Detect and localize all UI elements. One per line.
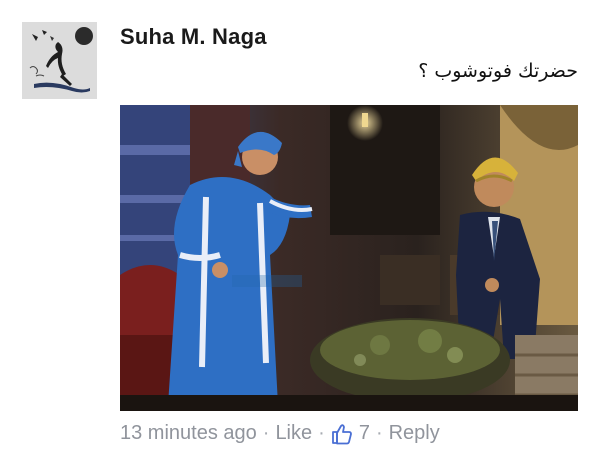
avatar-image: [22, 22, 97, 99]
photo-scene: [120, 105, 578, 411]
timestamp[interactable]: 13 minutes ago: [120, 422, 257, 445]
comment-author[interactable]: Suha M. Naga: [120, 24, 267, 50]
like-count[interactable]: 7: [359, 422, 370, 445]
avatar[interactable]: [22, 22, 97, 99]
comment-text: حضرتك فوتوشوب ؟: [418, 60, 578, 82]
comment: Suha M. Naga حضرتك فوتوشوب ؟ 13 minutes …: [0, 0, 600, 464]
like-link[interactable]: Like: [275, 422, 312, 445]
reply-link[interactable]: Reply: [389, 422, 440, 445]
comment-meta: 13 minutes ago · Like · 7 · Reply: [120, 422, 440, 445]
thumbs-up-icon[interactable]: [331, 423, 353, 445]
separator-dot: ·: [318, 422, 325, 444]
separator-dot: ·: [262, 422, 270, 444]
separator-dot: ·: [375, 422, 383, 444]
comment-photo[interactable]: [120, 105, 578, 411]
